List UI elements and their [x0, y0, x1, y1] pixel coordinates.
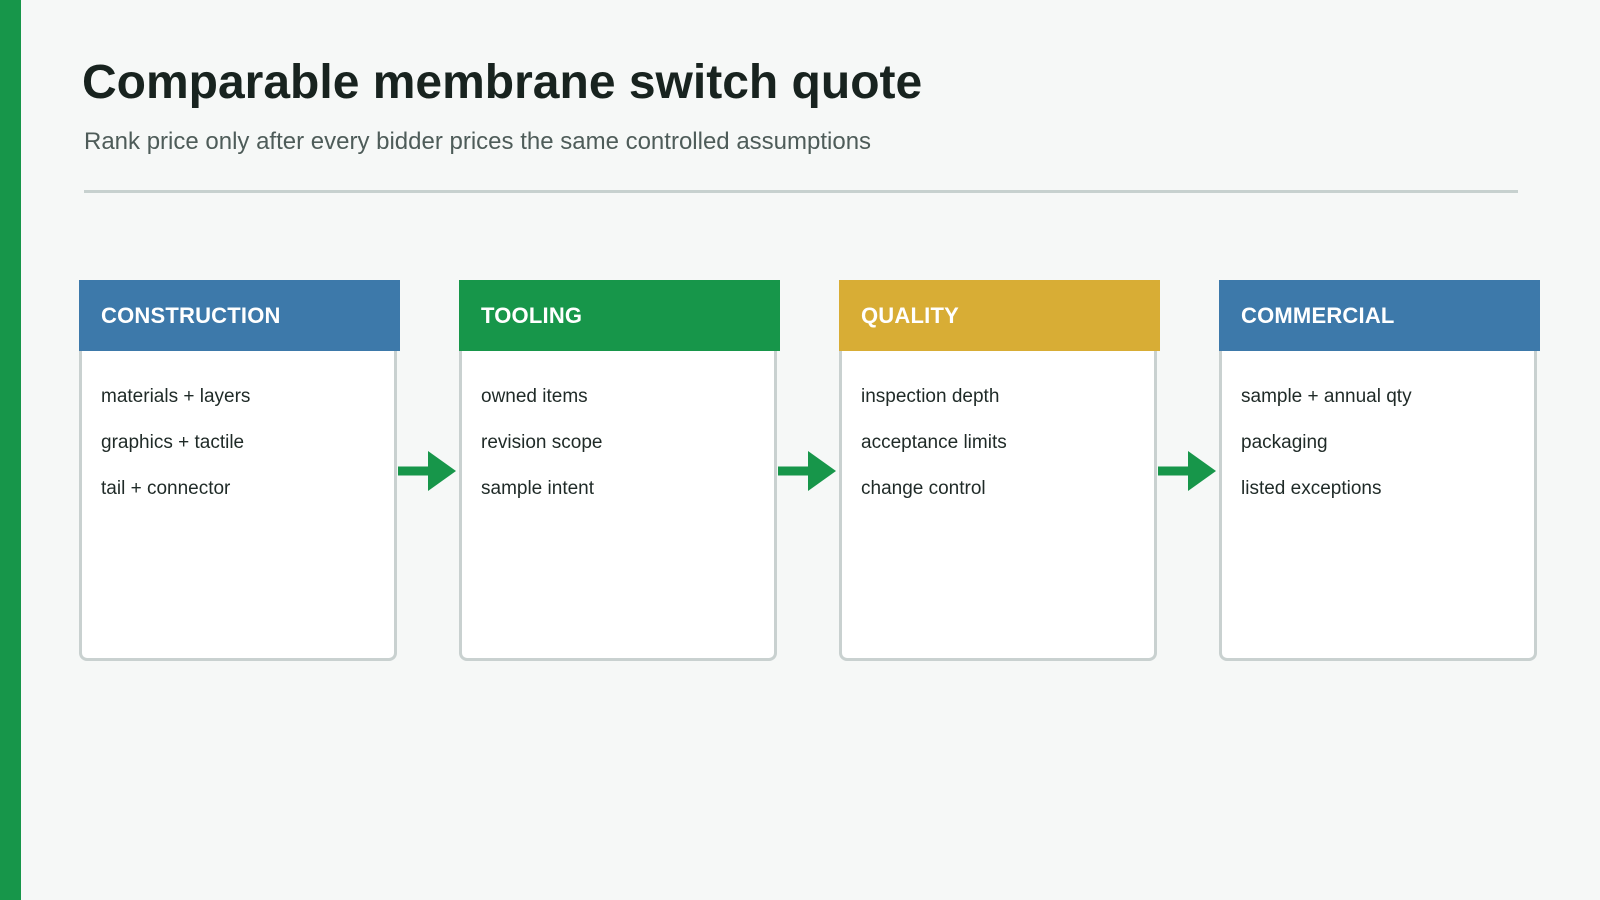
card-items-commercial: sample + annual qty packaging listed exc…: [1241, 386, 1412, 524]
arrow-head: [1188, 451, 1216, 491]
page-subtitle: Rank price only after every bidder price…: [84, 128, 872, 155]
card-title-commercial: COMMERCIAL: [1241, 302, 1395, 328]
flow-arrow-icon: [1158, 451, 1216, 491]
card-item: packaging: [1241, 432, 1328, 453]
card-item: inspection depth: [861, 386, 1000, 407]
card-title-quality: QUALITY: [861, 302, 959, 328]
card-item: sample + annual qty: [1241, 386, 1412, 407]
card-item: revision scope: [481, 432, 603, 453]
card-item: graphics + tactile: [101, 432, 245, 453]
left-accent-bar: [0, 0, 21, 900]
card-title-tooling: TOOLING: [481, 302, 583, 328]
card-items-quality: inspection depth acceptance limits chang…: [861, 386, 1007, 524]
card-item: acceptance limits: [861, 432, 1007, 453]
card-item: tail + connector: [101, 478, 231, 499]
arrow-head: [808, 451, 836, 491]
card-item: materials + layers: [101, 386, 251, 407]
flow-arrow-icon: [778, 451, 836, 491]
page-title: Comparable membrane switch quote: [82, 56, 923, 109]
card-quality: QUALITY inspection depth acceptance limi…: [839, 280, 1160, 661]
arrow-shaft: [778, 466, 810, 476]
arrow-head: [428, 451, 456, 491]
card-item: sample intent: [481, 478, 595, 499]
card-items-construction: materials + layers graphics + tactile ta…: [101, 386, 250, 524]
flow-arrow-icon: [398, 451, 456, 491]
card-title-construction: CONSTRUCTION: [101, 302, 281, 328]
title-divider: [84, 190, 1518, 193]
arrow-shaft: [398, 466, 430, 476]
card-item: change control: [861, 478, 986, 499]
card-item: owned items: [481, 386, 588, 407]
card-items-tooling: owned items revision scope sample intent: [481, 386, 602, 524]
card-header-quality: QUALITY: [839, 280, 1160, 351]
card-header-construction: CONSTRUCTION: [79, 280, 400, 351]
card-header-commercial: COMMERCIAL: [1219, 280, 1540, 351]
card-header-tooling: TOOLING: [459, 280, 780, 351]
arrow-shaft: [1158, 466, 1190, 476]
card-tooling: TOOLING owned items revision scope sampl…: [459, 280, 780, 661]
card-item: listed exceptions: [1241, 478, 1382, 499]
card-construction: CONSTRUCTION materials + layers graphics…: [79, 280, 400, 661]
card-commercial: COMMERCIAL sample + annual qty packaging…: [1219, 280, 1540, 661]
